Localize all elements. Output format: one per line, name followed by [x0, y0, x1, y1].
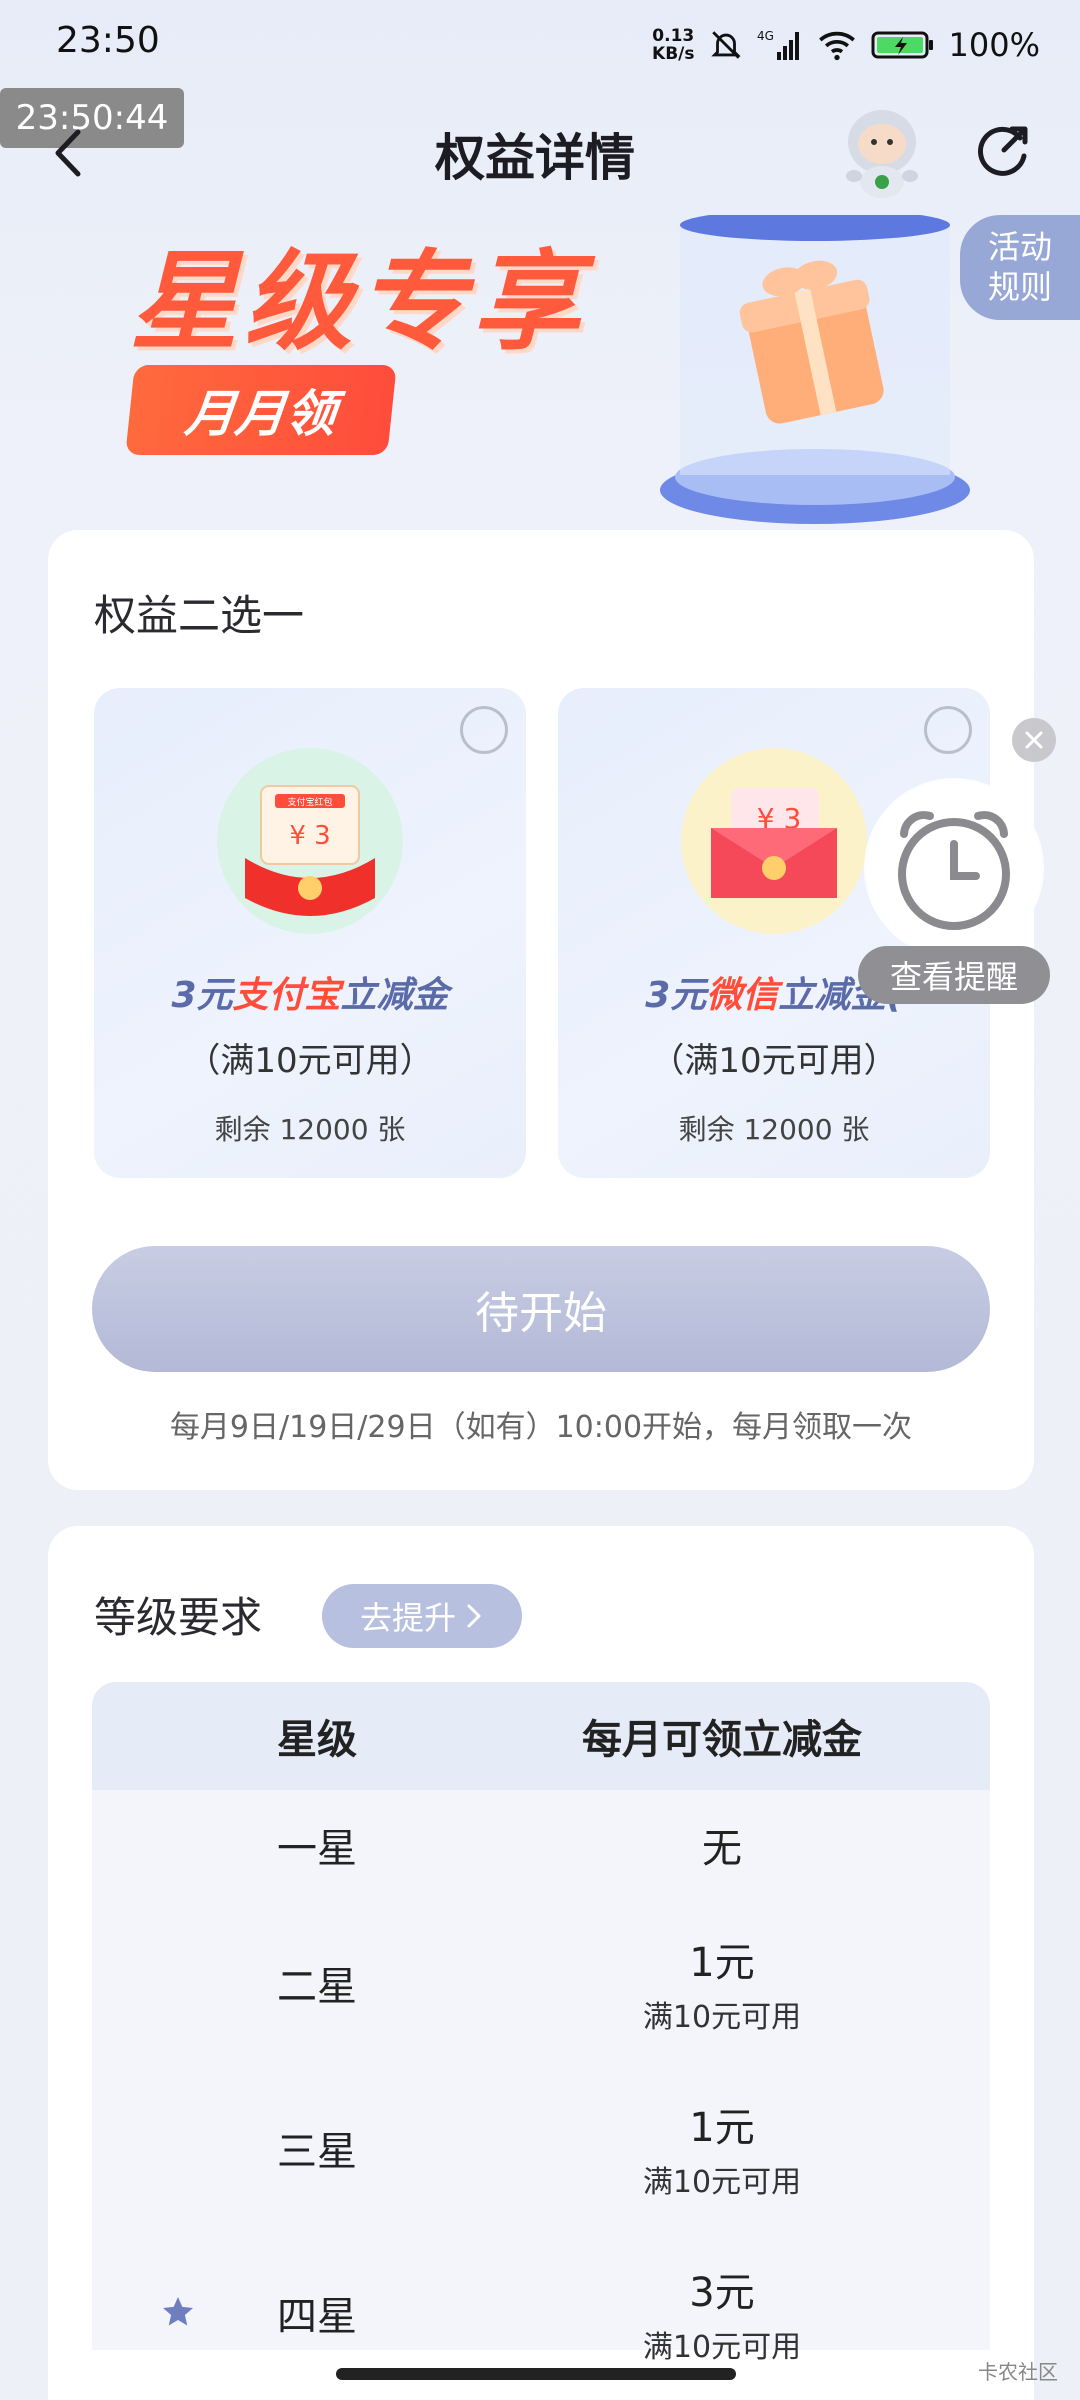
coupon-condition-wechat: （满10元可用） — [650, 1041, 898, 1081]
status-bar: 23:50 0.13 KB/s 4G 100% — [0, 0, 1080, 90]
coupon-name-prefix: 3元 — [645, 975, 707, 1016]
alarm-clock-icon[interactable] — [864, 778, 1044, 958]
row-amount-condition: 满10元可用 — [642, 2164, 802, 2200]
level-section-title: 等级要求 — [94, 1593, 263, 1642]
choice-section-title: 权益二选一 — [94, 591, 305, 640]
home-indicator[interactable] — [336, 2368, 736, 2380]
option-alipay-coupon[interactable]: 支付宝红包 ¥ 3 3元支付宝立减金 （满10元可用） 剩余 12000 张 — [94, 688, 526, 1178]
network-speed-unit: KB/s — [652, 44, 695, 64]
network-speed: 0.13 KB/s — [652, 27, 694, 63]
coupon-label-alipay: 支付宝红包 — [287, 796, 332, 808]
coupon-condition-alipay: （满10元可用） — [186, 1041, 434, 1081]
row-amount: 无 — [702, 1826, 742, 1872]
battery-percent: 100% — [948, 26, 1040, 64]
chevron-right-icon — [467, 1604, 481, 1628]
table-header: 星级 每月可领立减金 — [92, 1682, 990, 1790]
coupon-remaining-alipay: 剩余 12000 张 — [214, 1113, 406, 1146]
gift-box-illustration-icon — [660, 215, 970, 524]
activity-rules-tab[interactable]: 活动 规则 — [960, 215, 1080, 320]
row-amount-cell: 无 — [512, 1790, 932, 1900]
mute-bell-icon — [710, 31, 741, 59]
coupon-remaining-wechat: 剩余 12000 张 — [678, 1113, 870, 1146]
schedule-note: 每月9日/19日/29日（如有）10:00开始，每月领取一次 — [169, 1410, 913, 1445]
wifi-icon — [818, 31, 855, 61]
network-speed-value: 0.13 — [652, 26, 695, 46]
banner-title: 星级专享 — [130, 240, 587, 365]
signal-4g-icon: 4G — [757, 29, 799, 60]
status-time: 23:50 — [56, 20, 160, 61]
claim-pending-button[interactable]: 待开始 — [92, 1246, 990, 1372]
banner-badge: 月月领 — [125, 365, 397, 455]
coupon-name-prefix: 3元 — [171, 975, 233, 1016]
svg-text:4G: 4G — [757, 29, 774, 43]
row-amount-cell: 1元 满10元可用 — [512, 1900, 932, 2065]
upgrade-button[interactable]: 去提升 — [322, 1584, 522, 1648]
row-amount-cell: 1元 满10元可用 — [512, 2065, 932, 2230]
row-amount: 3元 — [689, 2269, 755, 2316]
upgrade-button-label: 去提升 — [359, 1599, 456, 1637]
benefit-choice-card: 权益二选一 支付宝红包 ¥ 3 3元支付宝立减金 （满10元可用） 剩余 120… — [48, 530, 1034, 1490]
watermark: 卡农社区 — [978, 2360, 1058, 2384]
wechat-red-packet-icon: ¥ 3 — [681, 748, 867, 934]
astronaut-mascot-icon[interactable] — [836, 102, 928, 202]
rules-line-2: 规则 — [987, 268, 1052, 306]
coupon-name-alipay: 3元支付宝立减金 — [94, 966, 526, 1018]
coupon-name-highlight: 支付宝 — [232, 975, 341, 1016]
level-requirement-card: 等级要求 去提升 星级 每月可领立减金 一星 无 二星 1元 满10元可用 三星… — [48, 1526, 1034, 2400]
rules-line-1: 活动 — [987, 228, 1052, 266]
row-amount: 1元 — [689, 1939, 755, 1986]
row-amount: 1元 — [689, 2104, 755, 2151]
table-row: 一星 无 — [92, 1790, 990, 1900]
radio-alipay[interactable] — [460, 706, 508, 754]
alipay-red-packet-icon: 支付宝红包 ¥ 3 — [217, 748, 403, 934]
status-icons: 0.13 KB/s 4G 100% — [652, 22, 1040, 68]
row-amount-condition: 满10元可用 — [642, 2329, 802, 2365]
view-reminder-label[interactable]: 查看提醒 — [858, 946, 1050, 1004]
radio-wechat[interactable] — [924, 706, 972, 754]
nav-bar: 权益详情 — [0, 90, 1080, 215]
refresh-share-icon[interactable] — [972, 120, 1034, 182]
header-star-level: 星级 — [277, 1717, 357, 1763]
coupon-name-suffix: 立减金 — [340, 975, 449, 1016]
table-body: 一星 无 二星 1元 满10元可用 三星 1元 满10元可用 四星 3元 满10… — [92, 1790, 990, 2365]
table-row: 三星 1元 满10元可用 — [92, 2065, 990, 2230]
row-star: 二星 — [277, 1963, 357, 2010]
row-star: 一星 — [277, 1826, 357, 1872]
table-row: 二星 1元 满10元可用 — [92, 1900, 990, 2065]
battery-charging-icon — [871, 31, 933, 59]
close-icon[interactable] — [1012, 718, 1056, 762]
coupon-name-highlight: 微信 — [706, 975, 779, 1016]
header-monthly-amount: 每月可领立减金 — [582, 1717, 862, 1763]
coupon-amount-alipay: ¥ 3 — [289, 821, 330, 851]
current-level-star-icon — [163, 2297, 193, 2326]
banner: 星级专享 月月领 — [0, 215, 1080, 530]
level-table: 星级 每月可领立减金 一星 无 二星 1元 满10元可用 三星 1元 满10元可… — [92, 1682, 990, 2365]
row-star: 三星 — [277, 2128, 357, 2175]
row-amount-condition: 满10元可用 — [642, 1999, 802, 2035]
